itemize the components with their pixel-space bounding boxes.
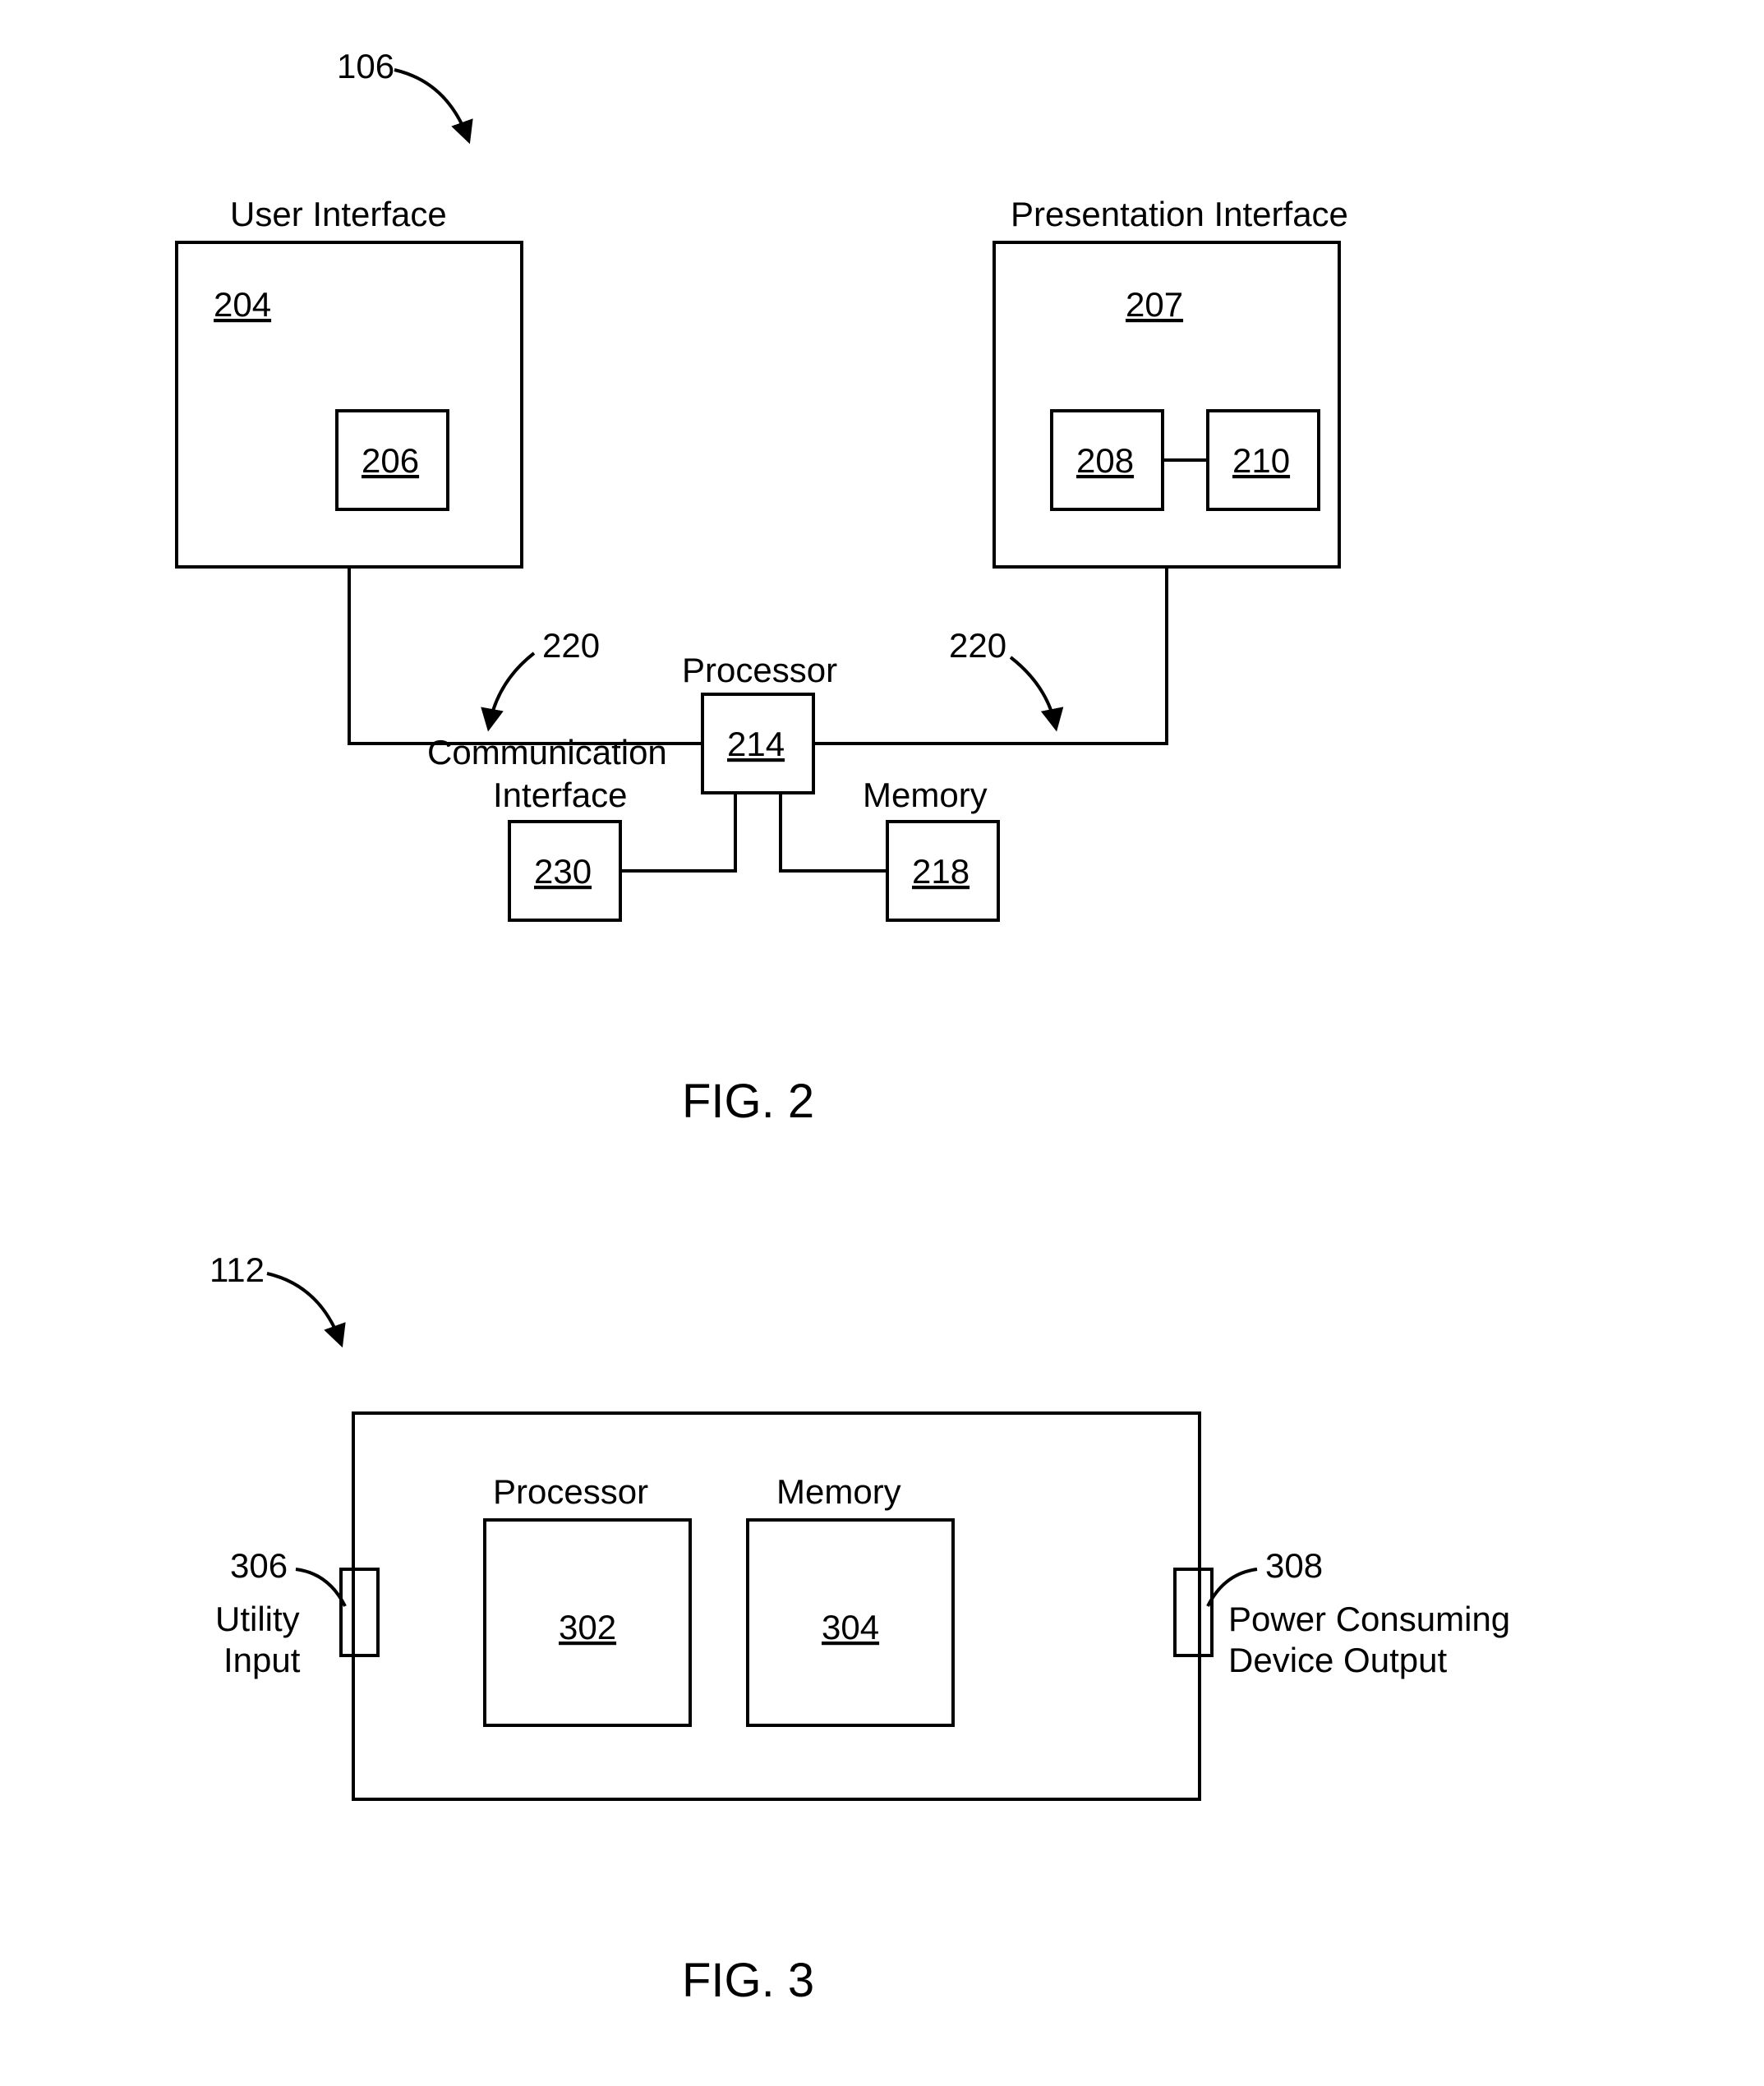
fig2-caption: FIG. 2 xyxy=(682,1075,814,1128)
left-port-label1: Utility xyxy=(215,1600,300,1638)
presentation-interface-title: Presentation Interface xyxy=(1011,195,1348,233)
right-bus-label: 220 xyxy=(949,626,1006,665)
right-port-label2: Device Output xyxy=(1228,1641,1447,1679)
comm-interface-ref: 230 xyxy=(534,852,592,891)
fig3-caption: FIG. 3 xyxy=(682,1954,814,2007)
left-bus xyxy=(349,567,702,744)
processor-ref: 214 xyxy=(727,725,785,763)
fig2-pointer-arrow xyxy=(394,70,468,140)
user-interface-ref: 204 xyxy=(214,285,271,324)
left-port-leader xyxy=(296,1569,345,1606)
comm-interface-title2: Interface xyxy=(493,776,627,814)
left-bus-arrow xyxy=(489,653,534,727)
comm-interface-title1: Communication xyxy=(427,733,667,771)
user-interface-title: User Interface xyxy=(230,195,447,233)
memory-title: Memory xyxy=(863,776,988,814)
fig3-memory-ref: 304 xyxy=(822,1608,879,1646)
right-port-ref: 308 xyxy=(1265,1546,1323,1585)
left-port-label2: Input xyxy=(223,1641,301,1679)
fig3-pointer-label: 112 xyxy=(210,1250,265,1289)
presentation-child-right-ref: 210 xyxy=(1232,441,1290,480)
left-port-box xyxy=(341,1569,378,1655)
right-port-label1: Power Consuming xyxy=(1228,1600,1510,1638)
left-bus-label: 220 xyxy=(542,626,600,665)
right-port-box xyxy=(1175,1569,1212,1655)
fig2-pointer-label: 106 xyxy=(337,47,394,85)
fig3-pointer-arrow xyxy=(267,1273,341,1343)
fig3-main-box xyxy=(353,1413,1200,1799)
fig3-processor-title: Processor xyxy=(493,1472,648,1511)
processor-to-comm xyxy=(620,793,735,871)
processor-title: Processor xyxy=(682,651,837,689)
right-bus-arrow xyxy=(1011,657,1056,727)
user-interface-child-ref: 206 xyxy=(362,441,419,480)
fig3-memory-title: Memory xyxy=(776,1472,901,1511)
left-port-ref: 306 xyxy=(230,1546,288,1585)
presentation-child-left-ref: 208 xyxy=(1076,441,1134,480)
fig3-processor-ref: 302 xyxy=(559,1608,616,1646)
presentation-interface-ref: 207 xyxy=(1126,285,1183,324)
memory-ref: 218 xyxy=(912,852,970,891)
